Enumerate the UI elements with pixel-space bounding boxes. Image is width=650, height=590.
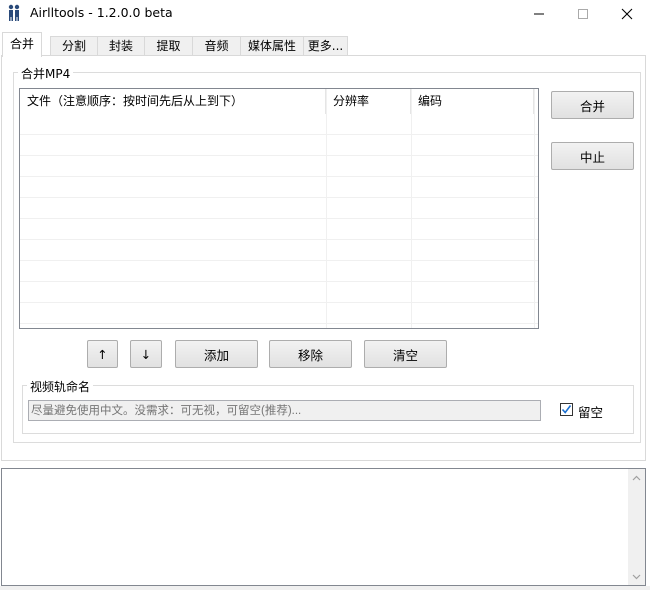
list-row-empty [20, 177, 538, 198]
window-title: Airlltools - 1.2.0.0 beta [30, 5, 173, 20]
tab-merge[interactable]: 合并 [2, 32, 42, 57]
window-bottom-edge [0, 586, 650, 590]
list-row-empty [20, 261, 538, 282]
move-down-button[interactable]: ↓ [130, 340, 162, 368]
checkmark-icon [561, 405, 572, 414]
scroll-down-button[interactable] [628, 568, 645, 585]
leave-empty-checkbox[interactable] [560, 403, 573, 416]
clear-button[interactable]: 清空 [364, 340, 447, 368]
tab-strip: 合并 分割 封装 提取 音频 媒体属性 更多... [0, 32, 650, 57]
minimize-icon [534, 13, 544, 15]
track-name-input[interactable] [28, 400, 541, 421]
list-row-empty [20, 219, 538, 240]
merge-mp4-group-title: 合并MP4 [18, 65, 74, 82]
tab-more[interactable]: 更多... [303, 36, 348, 57]
column-header-resolution[interactable]: 分辨率 [326, 89, 411, 114]
close-button[interactable] [604, 0, 650, 28]
app-icon [8, 4, 20, 21]
list-row-empty [20, 156, 538, 177]
column-header-file[interactable]: 文件（注意顺序：按时间先后从上到下） [20, 89, 326, 114]
maximize-icon [578, 9, 588, 19]
maximize-button[interactable] [560, 0, 606, 28]
track-name-group-title: 视频轨命名 [27, 378, 94, 395]
tab-split[interactable]: 分割 [50, 36, 98, 57]
add-button[interactable]: 添加 [175, 340, 258, 368]
tab-media-info[interactable]: 媒体属性 [240, 36, 304, 57]
title-bar: Airlltools - 1.2.0.0 beta [0, 0, 650, 28]
list-row-empty [20, 135, 538, 156]
minimize-button[interactable] [516, 0, 562, 28]
chevron-down-icon [632, 574, 641, 579]
scroll-up-button[interactable] [628, 469, 645, 486]
chevron-up-icon [632, 475, 641, 480]
tab-remux[interactable]: 封装 [97, 36, 145, 57]
list-row-empty [20, 282, 538, 303]
leave-empty-label[interactable]: 留空 [578, 402, 603, 421]
log-output[interactable] [1, 468, 646, 586]
remove-button[interactable]: 移除 [269, 340, 352, 368]
stop-button[interactable]: 中止 [551, 142, 634, 170]
list-row-empty [20, 114, 538, 135]
file-list-header: 文件（注意顺序：按时间先后从上到下） 分辨率 编码 [20, 89, 538, 114]
file-list[interactable]: 文件（注意顺序：按时间先后从上到下） 分辨率 编码 [19, 88, 539, 329]
close-icon [621, 8, 633, 20]
merge-button[interactable]: 合并 [551, 91, 634, 119]
log-scrollbar[interactable] [628, 469, 645, 585]
tab-extract[interactable]: 提取 [144, 36, 193, 57]
column-header-codec[interactable]: 编码 [411, 89, 534, 114]
move-up-button[interactable]: ↑ [87, 340, 118, 368]
list-row-empty [20, 240, 538, 261]
list-row-empty [20, 303, 538, 324]
tab-audio[interactable]: 音频 [192, 36, 241, 57]
list-row-empty [20, 198, 538, 219]
